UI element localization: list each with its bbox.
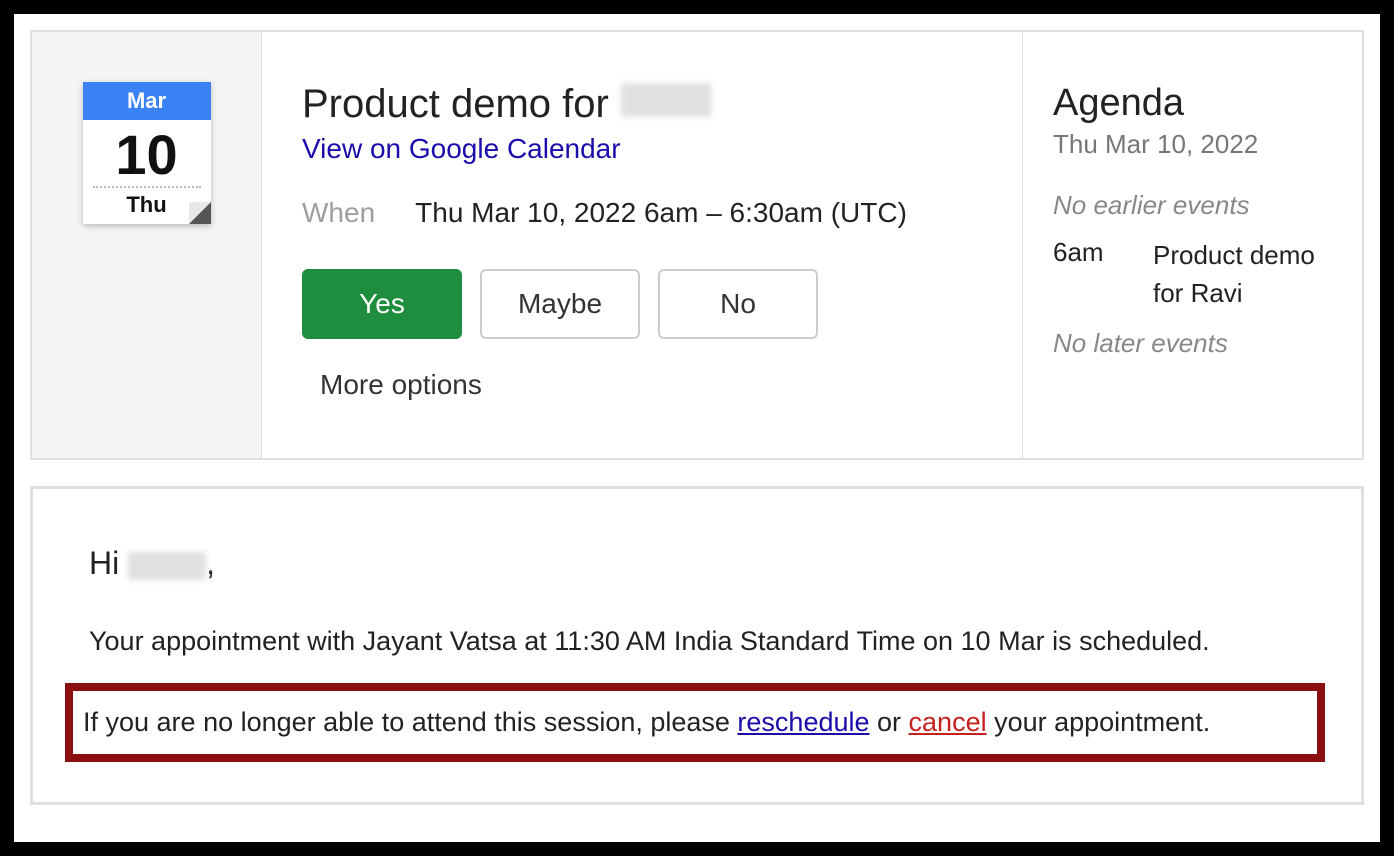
rsvp-maybe-button[interactable]: Maybe (480, 269, 640, 339)
agenda-event-row: 6am Product demo for Ravi (1053, 237, 1332, 312)
event-card: Mar 10 Thu Product demo for View on Goog… (30, 30, 1364, 460)
cancel-text-prefix: If you are no longer able to attend this… (83, 707, 737, 737)
appointment-confirmation-text: Your appointment with Jayant Vatsa at 11… (89, 626, 1305, 657)
more-options-link[interactable]: More options (302, 369, 482, 401)
date-tile-month: Mar (83, 82, 211, 120)
greeting-row: Hi , (89, 545, 1305, 582)
agenda-title: Agenda (1053, 82, 1332, 125)
agenda-no-earlier: No earlier events (1053, 190, 1332, 221)
greeting-suffix: , (206, 545, 215, 581)
outer-frame: Mar 10 Thu Product demo for View on Goog… (0, 0, 1394, 856)
rsvp-no-button[interactable]: No (658, 269, 818, 339)
rsvp-yes-button[interactable]: Yes (302, 269, 462, 339)
page-curl-icon (189, 202, 211, 224)
message-panel: Hi , Your appointment with Jayant Vatsa … (30, 486, 1364, 805)
reschedule-link[interactable]: reschedule (737, 707, 869, 737)
redacted-recipient (128, 552, 206, 580)
greeting-prefix: Hi (89, 545, 128, 581)
when-label: When (302, 197, 375, 229)
agenda-column: Agenda Thu Mar 10, 2022 No earlier event… (1022, 32, 1362, 458)
when-row: When Thu Mar 10, 2022 6am – 6:30am (UTC) (302, 197, 982, 229)
agenda-event-time: 6am (1053, 237, 1123, 268)
agenda-event-name: Product demo for Ravi (1153, 237, 1332, 312)
calendar-date-tile: Mar 10 Thu (83, 82, 211, 224)
when-value: Thu Mar 10, 2022 6am – 6:30am (UTC) (415, 197, 907, 229)
date-column: Mar 10 Thu (32, 32, 262, 458)
rsvp-row: Yes Maybe No (302, 269, 982, 339)
cancel-link[interactable]: cancel (909, 707, 987, 737)
cancel-text-suffix: your appointment. (987, 707, 1211, 737)
agenda-date: Thu Mar 10, 2022 (1053, 129, 1332, 160)
event-title: Product demo for (302, 82, 609, 127)
date-tile-day: 10 (83, 120, 211, 186)
highlighted-instructions: If you are no longer able to attend this… (65, 683, 1325, 762)
content-area: Mar 10 Thu Product demo for View on Goog… (14, 14, 1380, 842)
redacted-name (621, 83, 711, 117)
view-on-calendar-link[interactable]: View on Google Calendar (302, 133, 621, 165)
event-title-row: Product demo for (302, 82, 982, 127)
cancel-text-or: or (870, 707, 909, 737)
agenda-no-later: No later events (1053, 328, 1332, 359)
event-main-column: Product demo for View on Google Calendar… (262, 32, 1022, 458)
